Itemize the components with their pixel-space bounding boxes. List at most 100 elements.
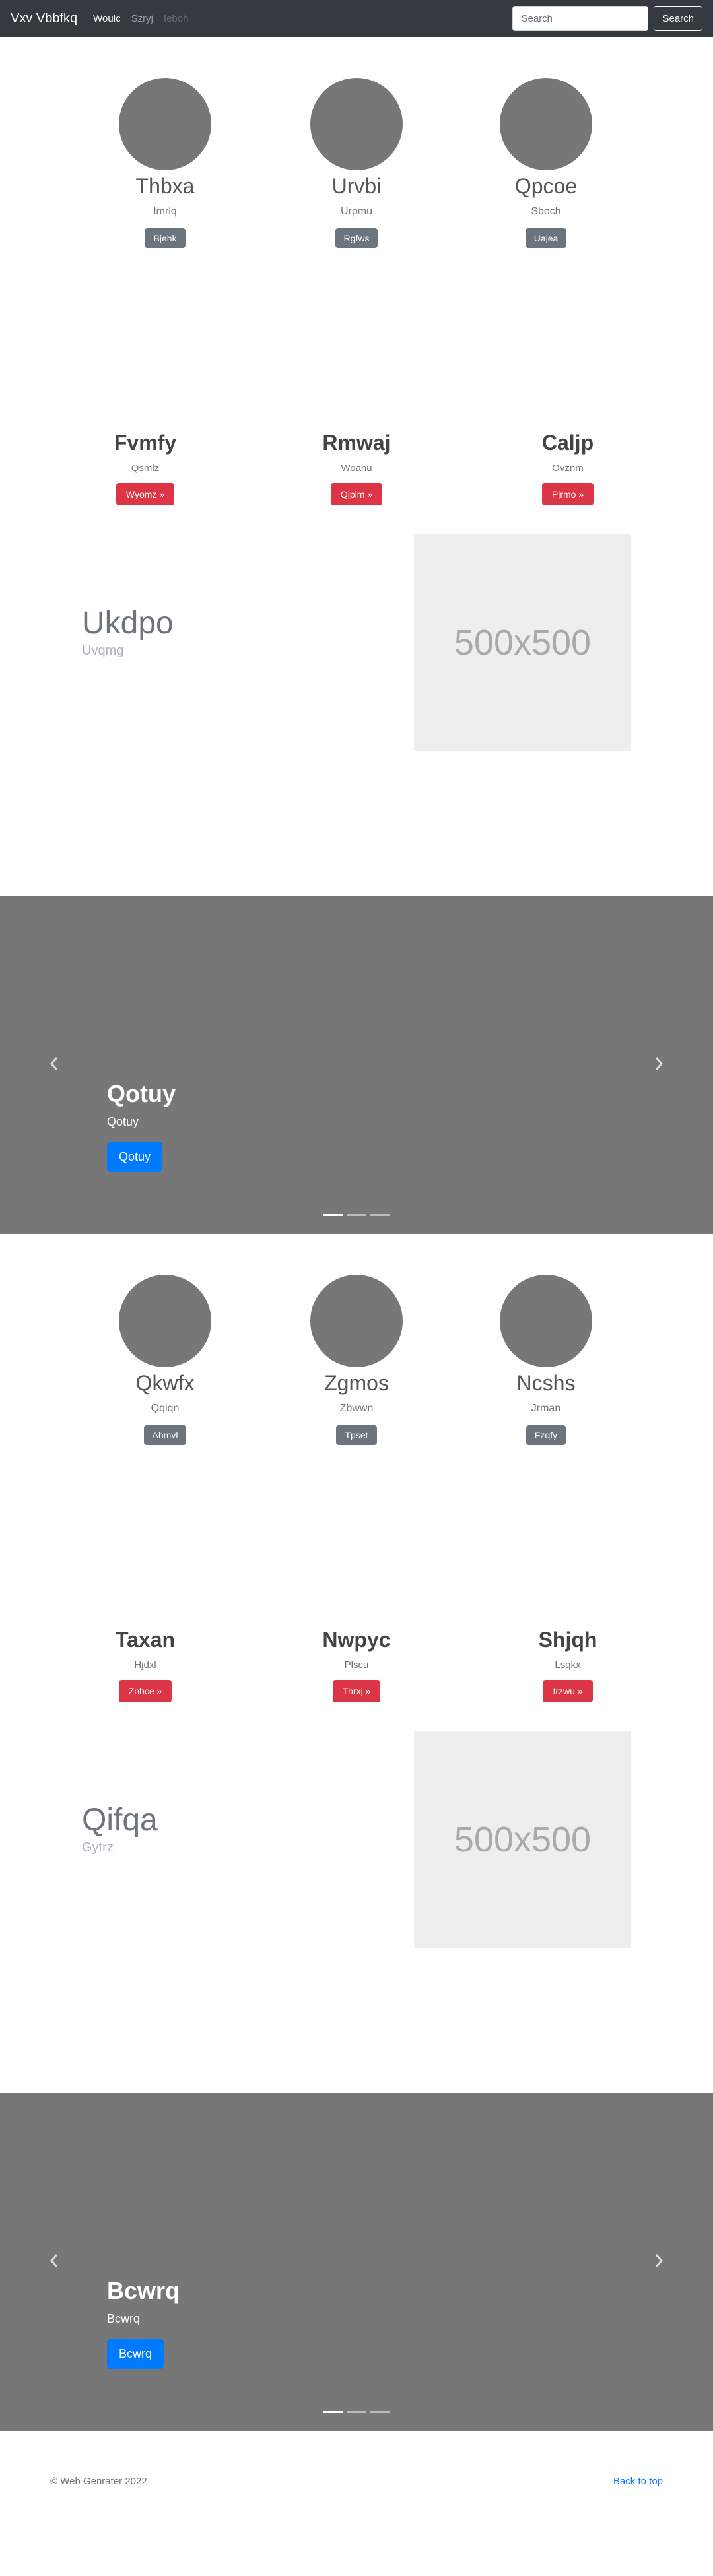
featurette: Qifqa Gytrz 500x500 xyxy=(0,1731,713,2040)
carousel-indicator[interactable] xyxy=(347,1214,366,1216)
avatar-card: Thbxa Imrlq Bjehk xyxy=(79,78,251,248)
avatar-card: Urvbi Urpmu Rgfws xyxy=(271,78,442,248)
avatar-row: Qkwfx Qqiqn Ahmvl Zgmos Zbwwn Tpset Ncsh… xyxy=(0,1234,713,1572)
heading-row: Taxan Hjdxl Znbce » Nwpyc Plscu Thrxj » … xyxy=(0,1572,713,1731)
avatar-name: Urvbi xyxy=(331,174,382,198)
heading-button[interactable]: Pjrmo » xyxy=(541,483,594,505)
heading-subtitle: Woanu xyxy=(341,463,372,474)
heading-subtitle: Hjdxl xyxy=(134,1659,156,1671)
search-form: Search xyxy=(512,6,702,31)
heading-subtitle: Qsmlz xyxy=(131,463,160,474)
heading-button[interactable]: Qjpim » xyxy=(330,483,383,505)
avatar xyxy=(310,78,403,170)
heading-title: Rmwaj xyxy=(322,431,391,455)
carousel-indicator[interactable] xyxy=(370,2411,390,2413)
avatar xyxy=(119,78,211,170)
heading-button[interactable]: Znbce » xyxy=(118,1680,172,1702)
avatar-subtitle: Qqiqn xyxy=(151,1403,180,1414)
avatar-name: Qpcoe xyxy=(514,174,578,198)
avatar-button[interactable]: Bjehk xyxy=(145,228,186,248)
search-input[interactable] xyxy=(512,6,649,31)
carousel-next-button[interactable] xyxy=(646,1050,672,1077)
carousel-title: Bcwrq xyxy=(107,2277,180,2304)
heading-card: Taxan Hjdxl Znbce » xyxy=(59,1626,231,1702)
featurette-text: Qifqa Gytrz xyxy=(82,1802,158,1855)
avatar xyxy=(500,78,592,170)
placeholder-image: 500x500 xyxy=(414,534,631,751)
carousel-indicator[interactable] xyxy=(323,2411,343,2413)
heading-title: Taxan xyxy=(115,1628,176,1652)
avatar-subtitle: Imrlq xyxy=(153,206,177,217)
heading-title: Shjqh xyxy=(538,1628,597,1652)
placeholder-image-label: 500x500 xyxy=(454,622,592,662)
brand-link[interactable]: Vxv Vbbfkq xyxy=(11,11,77,26)
heading-card: Fvmfy Qsmlz Wyomz » xyxy=(59,430,231,505)
carousel-indicator[interactable] xyxy=(370,1214,390,1216)
carousel-next-button[interactable] xyxy=(646,2247,672,2274)
chevron-left-icon xyxy=(50,2254,58,2267)
nav-link-1[interactable]: Woulc xyxy=(93,13,120,24)
avatar-card: Zgmos Zbwwn Tpset xyxy=(271,1275,442,1445)
chevron-right-icon xyxy=(655,2254,663,2267)
carousel-title: Qotuy xyxy=(107,1080,176,1107)
avatar-subtitle: Zbwwn xyxy=(339,1403,374,1414)
carousel: Qotuy Qotuy Qotuy xyxy=(0,896,713,1234)
carousel-caption: Qotuy Qotuy Qotuy xyxy=(107,1079,176,1172)
featurette-subheading: Gytrz xyxy=(82,1840,114,1855)
carousel-prev-button[interactable] xyxy=(41,2247,67,2274)
heading-subtitle: Plscu xyxy=(344,1659,369,1671)
avatar-card: Qpcoe Sboch Uajea xyxy=(460,78,632,248)
avatar-name: Zgmos xyxy=(324,1371,389,1395)
heading-title: Caljp xyxy=(541,431,594,455)
heading-card: Shjqh Lsqkx Irzwu » xyxy=(482,1626,654,1702)
heading-card: Rmwaj Woanu Qjpim » xyxy=(271,430,442,505)
search-button[interactable]: Search xyxy=(654,6,702,31)
heading-button[interactable]: Wyomz » xyxy=(116,483,175,505)
heading-row: Fvmfy Qsmlz Wyomz » Rmwaj Woanu Qjpim » … xyxy=(0,375,713,534)
nav-link-2[interactable]: Szryj xyxy=(131,13,153,24)
carousel-indicator[interactable] xyxy=(323,1214,343,1216)
heading-card: Caljp Ovznm Pjrmo » xyxy=(482,430,654,505)
heading-card: Nwpyc Plscu Thrxj » xyxy=(271,1626,442,1702)
featurette-subheading: Uvqmg xyxy=(82,643,124,658)
featurette-text: Ukdpo Uvqmg xyxy=(82,605,174,659)
chevron-left-icon xyxy=(50,1057,58,1070)
featurette-heading: Ukdpo xyxy=(82,606,174,641)
carousel-caption: Bcwrq Bcwrq Bcwrq xyxy=(107,2276,180,2369)
carousel-subtitle: Bcwrq xyxy=(107,2312,141,2325)
footer: © Web Genrater 2022 Back to top xyxy=(0,2431,713,2490)
avatar-card: Ncshs Jrman Fzqfy xyxy=(460,1275,632,1445)
heading-title: Nwpyc xyxy=(322,1628,391,1652)
avatar-name: Thbxa xyxy=(135,174,195,198)
avatar-button[interactable]: Fzqfy xyxy=(526,1425,566,1445)
heading-subtitle: Ovznm xyxy=(552,463,584,474)
avatar-subtitle: Jrman xyxy=(531,1403,561,1414)
avatar-subtitle: Urpmu xyxy=(340,206,372,217)
carousel-button[interactable]: Bcwrq xyxy=(107,2339,164,2369)
avatar-subtitle: Sboch xyxy=(531,206,561,217)
carousel-subtitle: Qotuy xyxy=(107,1115,139,1128)
avatar xyxy=(310,1275,403,1367)
avatar-button[interactable]: Uajea xyxy=(525,228,567,248)
avatar-button[interactable]: Rgfws xyxy=(335,228,378,248)
carousel-prev-button[interactable] xyxy=(41,1050,67,1077)
carousel: Bcwrq Bcwrq Bcwrq xyxy=(0,2093,713,2431)
avatar-button[interactable]: Ahmvl xyxy=(143,1425,187,1445)
featurette-heading: Qifqa xyxy=(82,1803,158,1838)
avatar-name: Qkwfx xyxy=(135,1371,195,1395)
avatar xyxy=(500,1275,592,1367)
navbar: Vxv Vbbfkq Woulc Szryj Ieboh Search xyxy=(0,0,713,37)
avatar-name: Ncshs xyxy=(516,1371,576,1395)
carousel-button[interactable]: Qotuy xyxy=(107,1142,163,1172)
back-to-top-link[interactable]: Back to top xyxy=(613,2476,663,2487)
heading-subtitle: Lsqkx xyxy=(555,1659,581,1671)
heading-title: Fvmfy xyxy=(114,431,177,455)
footer-copyright: © Web Genrater 2022 xyxy=(50,2476,147,2487)
carousel-indicators xyxy=(0,1214,713,1216)
heading-button[interactable]: Thrxj » xyxy=(332,1680,381,1702)
placeholder-image-label: 500x500 xyxy=(454,1819,592,1859)
carousel-indicator[interactable] xyxy=(347,2411,366,2413)
heading-button[interactable]: Irzwu » xyxy=(543,1680,593,1702)
placeholder-image: 500x500 xyxy=(414,1731,631,1948)
avatar-button[interactable]: Tpset xyxy=(336,1425,377,1445)
